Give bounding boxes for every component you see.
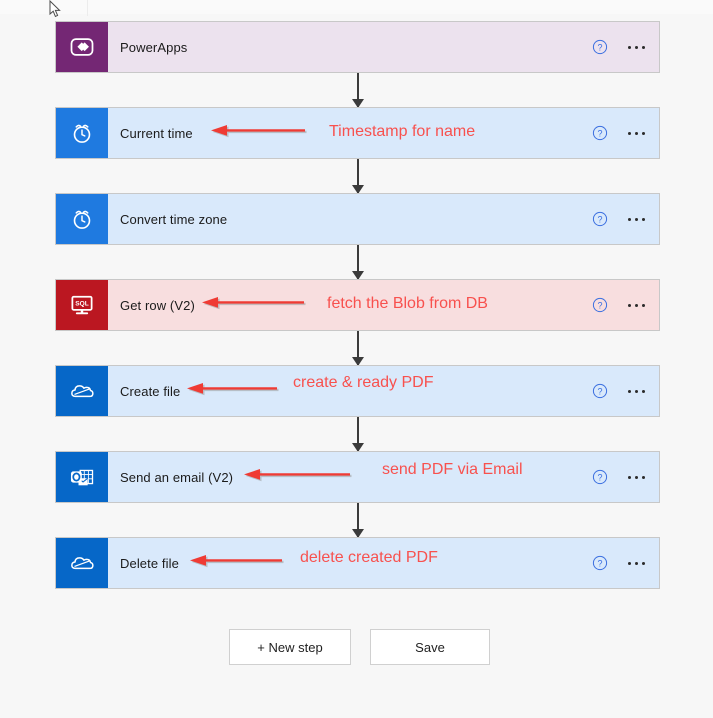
save-button[interactable]: Save	[370, 629, 490, 665]
connector-arrow-5	[352, 417, 364, 452]
outlook-icon	[56, 452, 108, 502]
overflow-menu-icon[interactable]	[622, 386, 651, 397]
flow-step-card-send-email[interactable]: Send an email (V2) ?	[55, 451, 660, 503]
alarm-clock-icon	[56, 108, 108, 158]
overflow-menu-icon[interactable]	[622, 558, 651, 569]
help-icon[interactable]: ?	[592, 555, 608, 571]
powerapps-icon	[56, 22, 108, 72]
overflow-menu-icon[interactable]	[622, 128, 651, 139]
flow-step-actions: ?	[592, 366, 651, 416]
top-hairline	[87, 0, 88, 16]
svg-text:?: ?	[597, 386, 602, 396]
flow-step-title: Current time	[120, 125, 193, 141]
flow-step-actions: ?	[592, 108, 651, 158]
sql-server-icon: SQL	[56, 280, 108, 330]
flow-step-title: Send an email (V2)	[120, 469, 234, 485]
flow-step-body: Convert time zone ?	[108, 194, 659, 244]
flow-step-body: PowerApps ?	[108, 22, 659, 72]
connector-arrow-2	[352, 159, 364, 194]
connector-arrow-1	[352, 73, 364, 108]
new-step-button[interactable]: + New step	[229, 629, 351, 665]
flow-step-title: PowerApps	[120, 39, 188, 55]
annotation-label-3: create & ready PDF	[293, 374, 434, 391]
overflow-menu-icon[interactable]	[622, 214, 651, 225]
flow-step-title: Get row (V2)	[120, 297, 195, 313]
onedrive-icon	[56, 366, 108, 416]
help-icon[interactable]: ?	[592, 469, 608, 485]
flow-step-actions: ?	[592, 194, 651, 244]
svg-text:?: ?	[597, 472, 602, 482]
flow-step-actions: ?	[592, 538, 651, 588]
svg-text:?: ?	[597, 214, 602, 224]
flow-canvas: PowerApps ? Current time ? Timestamp for…	[0, 0, 713, 718]
help-icon[interactable]: ?	[592, 125, 608, 141]
svg-text:?: ?	[597, 558, 602, 568]
annotation-label-1: Timestamp for name	[329, 123, 476, 140]
help-icon[interactable]: ?	[592, 39, 608, 55]
help-icon[interactable]: ?	[592, 211, 608, 227]
annotation-label-5: delete created PDF	[300, 549, 438, 566]
svg-text:SQL: SQL	[75, 300, 88, 307]
connector-arrow-3	[352, 245, 364, 280]
help-icon[interactable]: ?	[592, 297, 608, 313]
overflow-menu-icon[interactable]	[622, 300, 651, 311]
svg-text:?: ?	[597, 300, 602, 310]
flow-step-title: Convert time zone	[120, 211, 228, 227]
flow-step-title: Create file	[120, 383, 181, 399]
flow-step-actions: ?	[592, 280, 651, 330]
overflow-menu-icon[interactable]	[622, 42, 651, 53]
connector-arrow-4	[352, 331, 364, 366]
top-band	[0, 0, 713, 14]
alarm-clock-icon	[56, 194, 108, 244]
overflow-menu-icon[interactable]	[622, 472, 651, 483]
help-icon[interactable]: ?	[592, 383, 608, 399]
flow-step-card-convert-time-zone[interactable]: Convert time zone ?	[55, 193, 660, 245]
annotation-label-4: send PDF via Email	[382, 461, 523, 478]
connector-arrow-6	[352, 503, 364, 538]
annotation-label-2: fetch the Blob from DB	[327, 295, 488, 312]
flow-step-card-powerapps[interactable]: PowerApps ?	[55, 21, 660, 73]
onedrive-icon	[56, 538, 108, 588]
flow-step-title: Delete file	[120, 555, 179, 571]
svg-text:?: ?	[597, 42, 602, 52]
flow-step-actions: ?	[592, 452, 651, 502]
flow-step-actions: ?	[592, 22, 651, 72]
svg-text:?: ?	[597, 128, 602, 138]
